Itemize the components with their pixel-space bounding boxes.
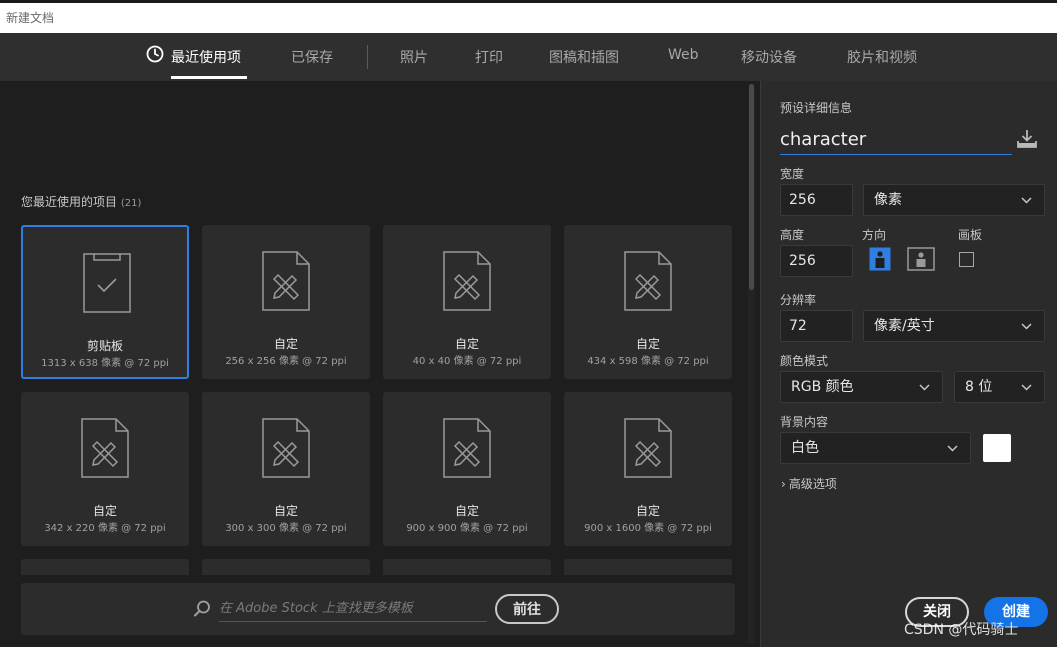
window-title: 新建文档 xyxy=(6,11,55,25)
custom-doc-icon xyxy=(443,251,491,311)
preset-card[interactable]: 自定 900 x 900 像素 @ 72 ppi xyxy=(383,392,551,546)
resolution-unit-value: 像素/英寸 xyxy=(874,318,935,334)
preset-card-dims: 256 x 256 像素 @ 72 ppi xyxy=(225,356,347,367)
resolution-label: 分辨率 xyxy=(780,293,817,307)
preset-card-name: 剪贴板 xyxy=(86,339,123,353)
watermark-text: CSDN @代码骑士 xyxy=(904,622,1019,638)
width-unit-value: 像素 xyxy=(874,192,902,208)
chevron-down-icon xyxy=(919,384,930,391)
background-color-swatch[interactable] xyxy=(983,434,1011,462)
tab-mobile[interactable]: 移动设备 xyxy=(741,47,797,67)
tab-divider xyxy=(367,45,368,69)
stock-go-button[interactable]: 前往 xyxy=(495,594,559,624)
preset-card-name: 自定 xyxy=(92,504,117,518)
preset-card-clipboard[interactable]: 剪贴板 1313 x 638 像素 @ 72 ppi xyxy=(21,225,189,379)
preset-card-name: 自定 xyxy=(454,337,479,351)
preset-card[interactable]: 自定 900 x 1600 像素 @ 72 ppi xyxy=(564,392,732,546)
chevron-right-icon: › xyxy=(781,477,786,491)
chevron-down-icon xyxy=(1021,384,1032,391)
preset-details-label: 预设详细信息 xyxy=(780,101,853,115)
color-mode-select[interactable]: RGB 颜色 xyxy=(780,371,943,403)
preset-card[interactable]: 自定 256 x 256 像素 @ 72 ppi xyxy=(202,225,370,379)
preset-card-dims: 434 x 598 像素 @ 72 ppi xyxy=(587,356,709,367)
preset-card-dims: 300 x 300 像素 @ 72 ppi xyxy=(225,523,347,534)
preset-card[interactable] xyxy=(202,559,370,575)
preset-card-dims: 342 x 220 像素 @ 72 ppi xyxy=(44,523,166,534)
recent-documents-pane: 您最近使用的项目 (21) 剪贴板 1313 x 638 像素 @ 72 ppi… xyxy=(0,81,758,647)
stock-search-bar: 前往 xyxy=(21,583,735,635)
advanced-options-toggle[interactable]: › 高级选项 xyxy=(781,475,837,492)
tab-art-illustration[interactable]: 图稿和插图 xyxy=(549,47,619,67)
tab-film-video[interactable]: 胶片和视频 xyxy=(847,47,917,67)
clipboard-icon xyxy=(83,253,131,313)
background-value: 白色 xyxy=(791,440,819,456)
preset-card-name: 自定 xyxy=(635,337,660,351)
orientation-label: 方向 xyxy=(862,228,887,242)
recent-count: (21) xyxy=(120,198,142,209)
preset-card-dims: 900 x 900 像素 @ 72 ppi xyxy=(406,523,528,534)
height-label: 高度 xyxy=(780,228,805,242)
custom-doc-icon xyxy=(262,418,310,478)
category-tabbar: 最近使用项 已保存 照片 打印 图稿和插图 Web 移动设备 胶片和视频 xyxy=(0,33,1057,81)
width-unit-select[interactable]: 像素 xyxy=(863,184,1045,216)
preset-card[interactable]: 自定 300 x 300 像素 @ 72 ppi xyxy=(202,392,370,546)
preset-card-dims: 900 x 1600 像素 @ 72 ppi xyxy=(584,523,712,534)
custom-doc-icon xyxy=(262,251,310,311)
custom-doc-icon xyxy=(443,418,491,478)
preset-card-name: 自定 xyxy=(273,337,298,351)
custom-doc-icon xyxy=(81,418,129,478)
background-label: 背景内容 xyxy=(780,415,829,429)
preset-card[interactable] xyxy=(21,559,189,575)
preset-name-input[interactable] xyxy=(780,125,1012,155)
custom-doc-icon xyxy=(624,418,672,478)
tab-saved[interactable]: 已保存 xyxy=(291,47,333,67)
active-tab-indicator xyxy=(171,76,247,79)
tab-web[interactable]: Web xyxy=(668,47,699,63)
preset-card-dims: 40 x 40 像素 @ 72 ppi xyxy=(412,356,522,367)
preset-card[interactable]: 自定 342 x 220 像素 @ 72 ppi xyxy=(21,392,189,546)
artboard-label: 画板 xyxy=(958,228,983,242)
background-select[interactable]: 白色 xyxy=(780,432,971,464)
tab-print[interactable]: 打印 xyxy=(475,47,503,67)
resolution-field[interactable]: 72 xyxy=(780,310,853,342)
clock-icon xyxy=(146,45,164,63)
advanced-options-label: 高级选项 xyxy=(788,477,837,491)
stock-search-input[interactable] xyxy=(219,596,487,622)
tab-recent[interactable]: 最近使用项 xyxy=(171,47,241,67)
search-icon xyxy=(194,600,210,617)
preset-card[interactable] xyxy=(564,559,732,575)
preset-card-name: 自定 xyxy=(635,504,660,518)
recent-section-title: 您最近使用的项目 (21) xyxy=(21,195,142,209)
save-preset-icon[interactable] xyxy=(1016,129,1038,149)
portrait-orientation-icon[interactable] xyxy=(869,247,891,271)
width-field[interactable]: 256 xyxy=(780,184,853,216)
bit-depth-select[interactable]: 8 位 xyxy=(954,371,1045,403)
color-mode-label: 颜色模式 xyxy=(780,354,829,368)
preset-card-name: 自定 xyxy=(273,504,298,518)
artboard-checkbox[interactable] xyxy=(959,252,974,267)
landscape-orientation-icon[interactable] xyxy=(907,247,935,271)
preset-card[interactable]: 自定 434 x 598 像素 @ 72 ppi xyxy=(564,225,732,379)
preset-card-dims: 1313 x 638 像素 @ 72 ppi xyxy=(41,358,169,369)
color-mode-value: RGB 颜色 xyxy=(791,379,854,395)
preset-details-pane: 预设详细信息 宽度 256 像素 高度 256 方向 画板 分辨率 72 像素/… xyxy=(760,81,1057,647)
window-titlebar: 新建文档 xyxy=(0,0,1057,33)
preset-card-name: 自定 xyxy=(454,504,479,518)
chevron-down-icon xyxy=(1021,197,1032,204)
height-field[interactable]: 256 xyxy=(780,245,853,277)
tab-photo[interactable]: 照片 xyxy=(400,47,428,67)
chevron-down-icon xyxy=(1021,323,1032,330)
custom-doc-icon xyxy=(624,251,672,311)
chevron-down-icon xyxy=(947,445,958,452)
scrollbar-thumb[interactable] xyxy=(749,84,754,290)
preset-card[interactable] xyxy=(383,559,551,575)
width-label: 宽度 xyxy=(780,167,805,181)
preset-card[interactable]: 自定 40 x 40 像素 @ 72 ppi xyxy=(383,225,551,379)
resolution-unit-select[interactable]: 像素/英寸 xyxy=(863,310,1045,342)
bit-depth-value: 8 位 xyxy=(965,379,993,395)
